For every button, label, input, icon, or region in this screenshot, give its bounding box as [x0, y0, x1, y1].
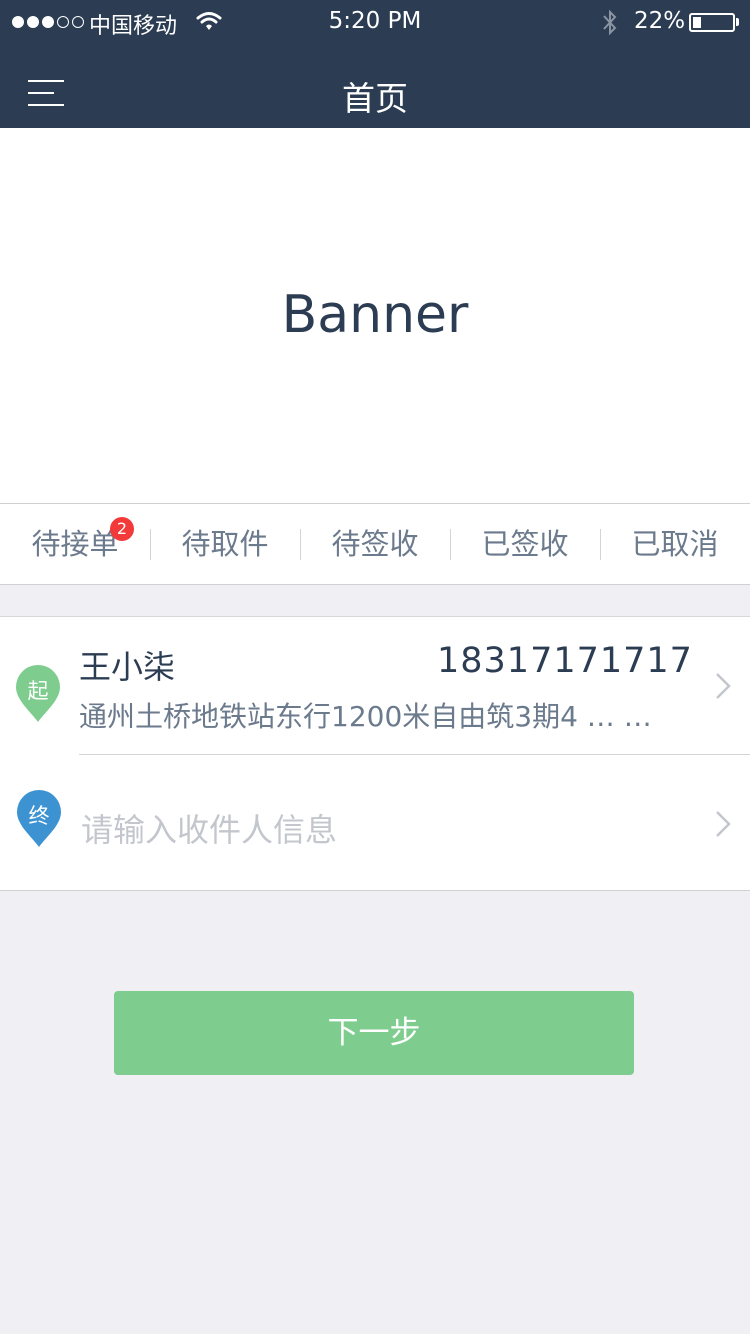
banner-text: Banner	[281, 285, 469, 345]
notification-badge: 2	[110, 517, 134, 541]
banner[interactable]: Banner	[0, 128, 750, 504]
start-pin-icon: 起	[15, 665, 61, 723]
order-status-tabs: 待接单 2 待取件 待签收 已签收 已取消	[0, 504, 750, 585]
sender-name: 王小柒	[79, 648, 176, 686]
chevron-right-icon[interactable]	[714, 672, 732, 704]
receiver-row[interactable]: 终 请输入收件人信息	[0, 755, 750, 891]
tab-pending-pickup[interactable]: 待取件	[150, 504, 300, 584]
sender-address: 通州土桥地铁站东行1200米自由筑3期4 … …	[79, 700, 652, 733]
bluetooth-icon	[600, 9, 620, 40]
tab-label: 待取件	[181, 527, 269, 561]
tab-signed[interactable]: 已签收	[450, 504, 600, 584]
tab-pending-sign[interactable]: 待签收	[300, 504, 450, 584]
sender-row[interactable]: 起 王小柒 18317171717 通州土桥地铁站东行1200米自由筑3期4 ……	[0, 617, 750, 754]
next-step-button[interactable]: 下一步	[114, 991, 634, 1075]
end-pin-label: 终	[28, 804, 50, 828]
battery-percent: 22%	[634, 8, 686, 34]
chevron-right-icon[interactable]	[714, 810, 732, 842]
sender-phone: 18317171717	[437, 641, 693, 681]
tab-label: 待接单	[31, 527, 119, 561]
address-card: 起 王小柒 18317171717 通州土桥地铁站东行1200米自由筑3期4 ……	[0, 616, 750, 891]
end-pin-icon: 终	[16, 790, 62, 848]
top-bar: 中国移动 5:20 PM 22% 首页	[0, 0, 750, 128]
status-bar: 中国移动 5:20 PM 22%	[0, 0, 750, 44]
battery-icon	[689, 13, 735, 32]
start-pin-label: 起	[27, 679, 49, 703]
tab-cancelled[interactable]: 已取消	[600, 504, 750, 584]
receiver-input-placeholder[interactable]: 请输入收件人信息	[81, 805, 337, 851]
tab-label: 已签收	[481, 527, 569, 561]
tab-pending-accept[interactable]: 待接单 2	[0, 504, 150, 584]
tab-label: 已取消	[631, 527, 719, 561]
tab-label: 待签收	[331, 527, 419, 561]
page-title: 首页	[342, 79, 408, 118]
battery-tip	[736, 18, 739, 26]
